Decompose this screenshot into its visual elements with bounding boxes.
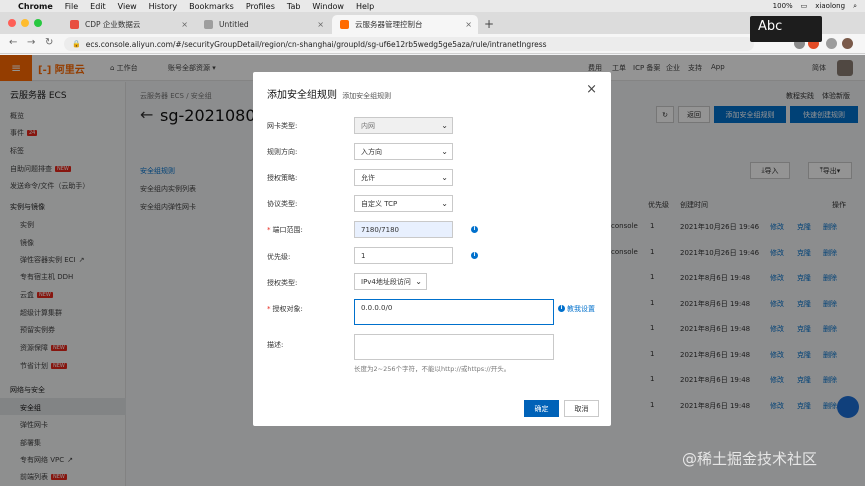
menu-file[interactable]: File <box>65 2 78 11</box>
profile-avatar[interactable] <box>842 38 853 49</box>
port-range-input[interactable]: 7180/7180 <box>354 221 453 238</box>
nic-type-label: 网卡类型: <box>267 122 298 130</box>
battery-icon[interactable]: ▭ <box>801 2 808 10</box>
menu-view[interactable]: View <box>118 2 137 11</box>
info-icon[interactable]: i <box>558 305 565 312</box>
lock-icon: 🔒 <box>72 40 81 48</box>
zoom-window-icon[interactable] <box>34 19 42 27</box>
address-bar: ← → ↻ 🔒 ecs.console.aliyun.com/#/securit… <box>0 34 865 54</box>
info-icon[interactable]: i <box>471 226 478 233</box>
browser-tab-cdp[interactable]: CDP 企业数据云 × <box>62 15 194 34</box>
confirm-button[interactable]: 确定 <box>524 400 559 417</box>
menu-edit[interactable]: Edit <box>90 2 106 11</box>
policy-value: 允许 <box>361 173 375 182</box>
dialog-subtitle: 添加安全组规则 <box>342 92 392 100</box>
reload-icon[interactable]: ↻ <box>45 37 53 48</box>
search-icon[interactable]: ⌕ <box>853 2 857 11</box>
tab-bar: CDP 企业数据云 × Untitled × 云服务器管理控制台 × + <box>0 12 865 34</box>
close-tab-icon[interactable]: × <box>317 20 324 29</box>
add-rule-dialog: 添加安全组规则 添加安全组规则 × 网卡类型: 内网 ⌄ 规则方向: 入方向 ⌄… <box>253 72 611 426</box>
menu-bookmarks[interactable]: Bookmarks <box>189 2 234 11</box>
chevron-down-icon: ⌄ <box>441 121 448 130</box>
menu-app[interactable]: Chrome <box>18 2 53 11</box>
new-tab-icon[interactable]: + <box>484 17 494 31</box>
direction-label: 规则方向: <box>267 148 298 156</box>
tab-title: CDP 企业数据云 <box>85 20 141 29</box>
chevron-down-icon: ⌄ <box>441 147 448 156</box>
description-label: 描述: <box>267 341 284 349</box>
protocol-value: 自定义 TCP <box>361 199 398 208</box>
minimize-window-icon[interactable] <box>21 19 29 27</box>
protocol-label: 协议类型: <box>267 200 298 208</box>
policy-select[interactable]: 允许 ⌄ <box>354 169 453 186</box>
battery-percent: 100% <box>772 2 793 10</box>
description-textarea[interactable] <box>354 334 554 360</box>
browser-tab-ecs[interactable]: 云服务器管理控制台 × <box>332 15 478 34</box>
port-range-label: * 端口范围: <box>267 225 303 235</box>
required-mark: * <box>267 226 271 234</box>
url-input[interactable]: 🔒 ecs.console.aliyun.com/#/securityGroup… <box>64 37 754 51</box>
direction-select[interactable]: 入方向 ⌄ <box>354 143 453 160</box>
required-mark: * <box>267 305 271 313</box>
browser-tab-untitled[interactable]: Untitled × <box>196 15 330 34</box>
close-tab-icon[interactable]: × <box>465 20 472 29</box>
aliyun-favicon-icon <box>340 20 349 29</box>
menu-profiles[interactable]: Profiles <box>246 2 275 11</box>
menubar-status: 100% ▭ xiaolong ⌕ <box>773 0 857 12</box>
watermark: @稀土掘金技术社区 <box>682 450 818 468</box>
policy-label: 授权策略: <box>267 174 298 182</box>
protocol-select[interactable]: 自定义 TCP ⌄ <box>354 195 453 212</box>
chevron-down-icon: ⌄ <box>441 199 448 208</box>
close-window-icon[interactable] <box>8 19 16 27</box>
nic-type-value: 内网 <box>361 121 375 130</box>
priority-label: 优先级: <box>267 253 291 261</box>
dialog-title-text: 添加安全组规则 <box>267 90 337 101</box>
auth-object-label-text: 授权对象: <box>272 305 303 313</box>
ime-indicator: Abc <box>750 16 822 42</box>
chevron-down-icon: ⌄ <box>415 277 422 286</box>
blank-favicon-icon <box>204 20 213 29</box>
description-hint: 长度为2~256个字符，不能以http://或https://开头。 <box>354 365 511 373</box>
auth-type-select[interactable]: IPv4地址段访问 ⌄ <box>354 273 427 290</box>
tab-title: 云服务器管理控制台 <box>355 20 423 29</box>
dialog-title: 添加安全组规则 添加安全组规则 <box>267 86 391 101</box>
menu-tab[interactable]: Tab <box>287 2 301 11</box>
direction-value: 入方向 <box>361 147 382 156</box>
menu-history[interactable]: History <box>149 2 177 11</box>
auth-object-textarea[interactable]: 0.0.0.0/0 <box>354 299 554 325</box>
port-range-label-text: 端口范围: <box>272 226 303 234</box>
info-icon[interactable]: i <box>471 252 478 259</box>
puzzle-icon[interactable] <box>826 38 837 49</box>
close-icon[interactable]: × <box>586 82 597 97</box>
auth-type-value: IPv4地址段访问 <box>361 277 411 286</box>
mac-menubar: Chrome File Edit View History Bookmarks … <box>0 0 865 12</box>
user-name[interactable]: xiaolong <box>815 2 845 10</box>
menu-help[interactable]: Help <box>356 2 374 11</box>
back-arrow-icon[interactable]: ← <box>9 37 17 48</box>
cdp-favicon-icon <box>70 20 79 29</box>
nic-type-select[interactable]: 内网 ⌄ <box>354 117 453 134</box>
forward-arrow-icon[interactable]: → <box>27 37 35 48</box>
cancel-button[interactable]: 取消 <box>564 400 599 417</box>
url-text: ecs.console.aliyun.com/#/securityGroupDe… <box>85 39 547 49</box>
menu-window[interactable]: Window <box>312 2 344 11</box>
tab-title: Untitled <box>219 20 249 29</box>
priority-input[interactable]: 1 <box>354 247 453 264</box>
close-tab-icon[interactable]: × <box>181 20 188 29</box>
auth-type-label: 授权类型: <box>267 279 298 287</box>
help-setup-link[interactable]: 教我设置 <box>567 304 595 314</box>
auth-object-label: * 授权对象: <box>267 304 303 314</box>
chevron-down-icon: ⌄ <box>441 173 448 182</box>
window-controls <box>8 19 42 27</box>
